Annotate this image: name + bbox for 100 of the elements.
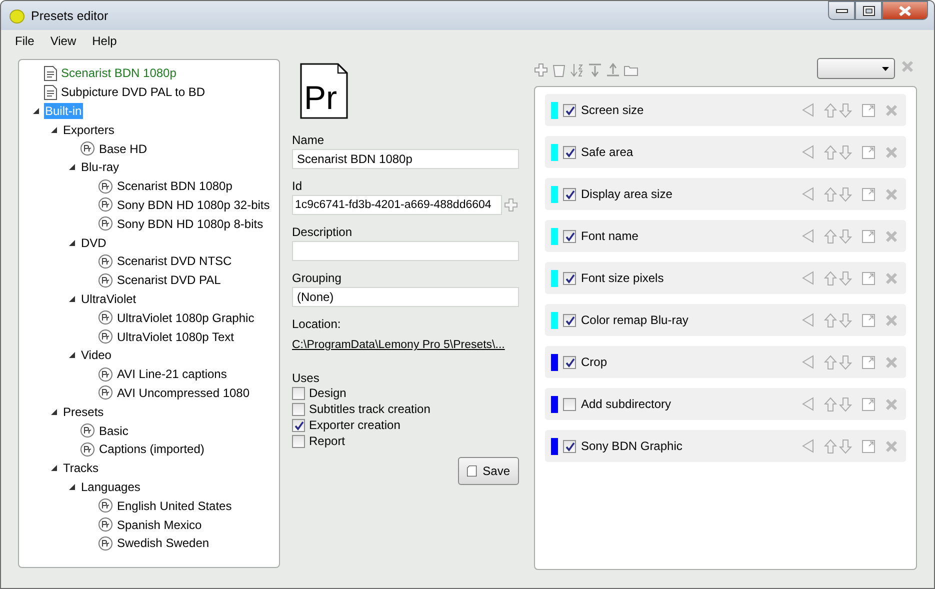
close-icon[interactable] [901,60,914,73]
minimize-button[interactable] [828,1,855,20]
tree-item[interactable]: Video [80,347,112,364]
dropdown[interactable] [817,58,895,79]
checkbox[interactable] [563,398,576,410]
popout-icon[interactable] [862,272,875,284]
save-button[interactable]: Save [458,457,519,485]
collapse-icon[interactable] [67,350,77,360]
maximize-button[interactable] [855,1,882,20]
sort-icon[interactable] [570,63,584,77]
tree-item[interactable]: Languages [80,478,142,495]
left-arrow-icon[interactable] [802,103,814,117]
tree-item[interactable]: UltraViolet 1080p Graphic [116,310,256,326]
checkbox[interactable] [563,272,576,284]
collapse-icon[interactable] [67,294,77,304]
tree-item[interactable]: Scenarist DVD PAL [116,272,222,288]
folder-icon[interactable] [624,63,638,77]
checkbox[interactable] [563,230,576,242]
tree-item[interactable]: Base HD [98,140,148,157]
down-arrow-icon[interactable] [839,438,852,454]
close-icon[interactable] [885,314,898,326]
popout-icon[interactable] [862,104,875,116]
left-arrow-icon[interactable] [802,439,814,453]
up-arrow-icon[interactable] [824,102,837,118]
input-field[interactable] [292,241,519,261]
close-icon[interactable] [885,272,898,284]
collapse-icon[interactable] [49,124,59,135]
tree-item[interactable]: Scenarist DVD NTSC [116,253,233,270]
checkbox[interactable] [563,440,576,452]
popout-icon[interactable] [862,314,875,326]
checkbox[interactable] [563,314,576,326]
input-field[interactable]: 1c9c6741-fd3b-4201-a669-488dd6604 [292,195,502,215]
up-arrow-icon[interactable] [824,270,837,286]
input-field[interactable]: (None) [292,287,519,307]
down-arrow-icon[interactable] [839,270,852,286]
checkbox[interactable] [563,104,576,116]
close-icon[interactable] [885,230,898,242]
location-link[interactable]: C:\ProgramData\Lemony Pro 5\Presets\... [292,337,519,353]
left-arrow-icon[interactable] [802,145,814,159]
down-arrow-icon[interactable] [839,102,852,118]
input-field[interactable]: Scenarist BDN 1080p [292,149,519,169]
up-arrow-icon[interactable] [824,312,837,328]
tree-item[interactable]: Scenarist BDN 1080p [116,178,234,194]
add-icon[interactable] [534,63,548,77]
export-icon[interactable] [606,63,620,77]
down-arrow-icon[interactable] [839,312,852,328]
add-icon[interactable] [504,198,518,212]
checkbox[interactable] [563,188,576,200]
close-button[interactable] [882,1,928,20]
down-arrow-icon[interactable] [839,144,852,160]
popout-icon[interactable] [862,440,875,452]
tree-item[interactable]: English United States [116,498,233,514]
tree-item[interactable]: UltraViolet [80,290,138,307]
tree-item[interactable]: Tracks [62,460,100,476]
left-arrow-icon[interactable] [802,313,814,327]
tree-item[interactable]: Sony BDN HD 1080p 32-bits [116,196,271,213]
down-arrow-icon[interactable] [839,396,852,412]
close-icon[interactable] [885,104,898,116]
up-arrow-icon[interactable] [824,186,837,202]
popout-icon[interactable] [862,356,875,368]
checkbox[interactable] [292,434,305,448]
checkbox[interactable] [292,386,305,400]
tree-item[interactable]: Blu-ray [80,159,120,176]
import-icon[interactable] [588,63,602,77]
close-icon[interactable] [885,188,898,200]
down-arrow-icon[interactable] [839,354,852,370]
close-icon[interactable] [885,398,898,410]
trash-icon[interactable] [552,63,566,77]
checkbox[interactable] [292,418,305,432]
tree-item[interactable]: AVI Line-21 captions [116,366,228,382]
tree-item[interactable]: Basic [98,422,130,439]
checkbox[interactable] [563,356,576,368]
checkbox[interactable] [292,402,305,416]
up-arrow-icon[interactable] [824,228,837,244]
up-arrow-icon[interactable] [824,354,837,370]
left-arrow-icon[interactable] [802,355,814,369]
menu-item[interactable]: Help [84,33,125,49]
tree-item[interactable]: Presets [62,404,105,420]
tree-item[interactable]: Exporters [62,122,116,138]
close-icon[interactable] [885,146,898,158]
popout-icon[interactable] [862,188,875,200]
checkbox[interactable] [563,146,576,158]
collapse-icon[interactable] [49,463,59,474]
popout-icon[interactable] [862,398,875,410]
menu-item[interactable]: View [42,33,84,49]
tree-item[interactable]: Captions (imported) [98,441,206,458]
tree-item[interactable]: Spanish Mexico [116,516,203,533]
tree-item[interactable]: DVD [80,234,108,251]
up-arrow-icon[interactable] [824,144,837,160]
up-arrow-icon[interactable] [824,396,837,412]
left-arrow-icon[interactable] [802,229,814,243]
popout-icon[interactable] [862,230,875,242]
down-arrow-icon[interactable] [839,186,852,202]
collapse-icon[interactable] [49,406,59,417]
up-arrow-icon[interactable] [824,438,837,454]
menu-item[interactable]: File [7,33,42,49]
collapse-icon[interactable] [67,238,77,248]
tree-item[interactable]: UltraViolet 1080p Text [116,328,235,345]
tree-item[interactable]: AVI Uncompressed 1080 [116,384,251,401]
tree-item[interactable]: Subpicture DVD PAL to BD [60,84,206,100]
